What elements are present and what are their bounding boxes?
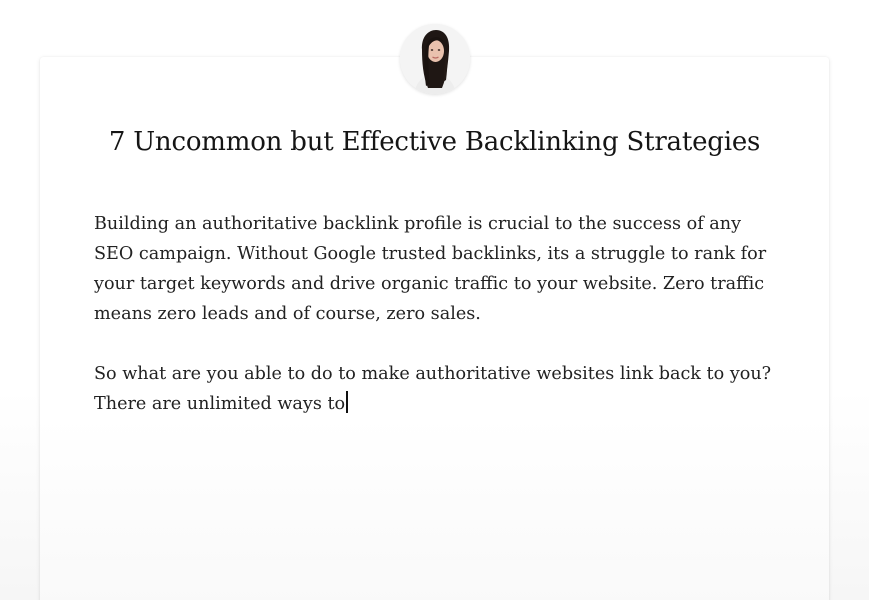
editor-card: 7 Uncommon but Effective Backlinking Str…	[40, 57, 829, 600]
author-avatar-icon	[400, 24, 470, 94]
paragraph-1[interactable]: Building an authoritative backlink profi…	[94, 209, 774, 329]
document-body-editor[interactable]: Building an authoritative backlink profi…	[94, 209, 774, 449]
document-title[interactable]: 7 Uncommon but Effective Backlinking Str…	[40, 127, 829, 157]
paragraph-2[interactable]: So what are you able to do to make autho…	[94, 359, 774, 419]
author-avatar[interactable]	[400, 24, 470, 94]
paragraph-2-text: So what are you able to do to make autho…	[94, 364, 772, 414]
text-cursor	[346, 391, 348, 413]
